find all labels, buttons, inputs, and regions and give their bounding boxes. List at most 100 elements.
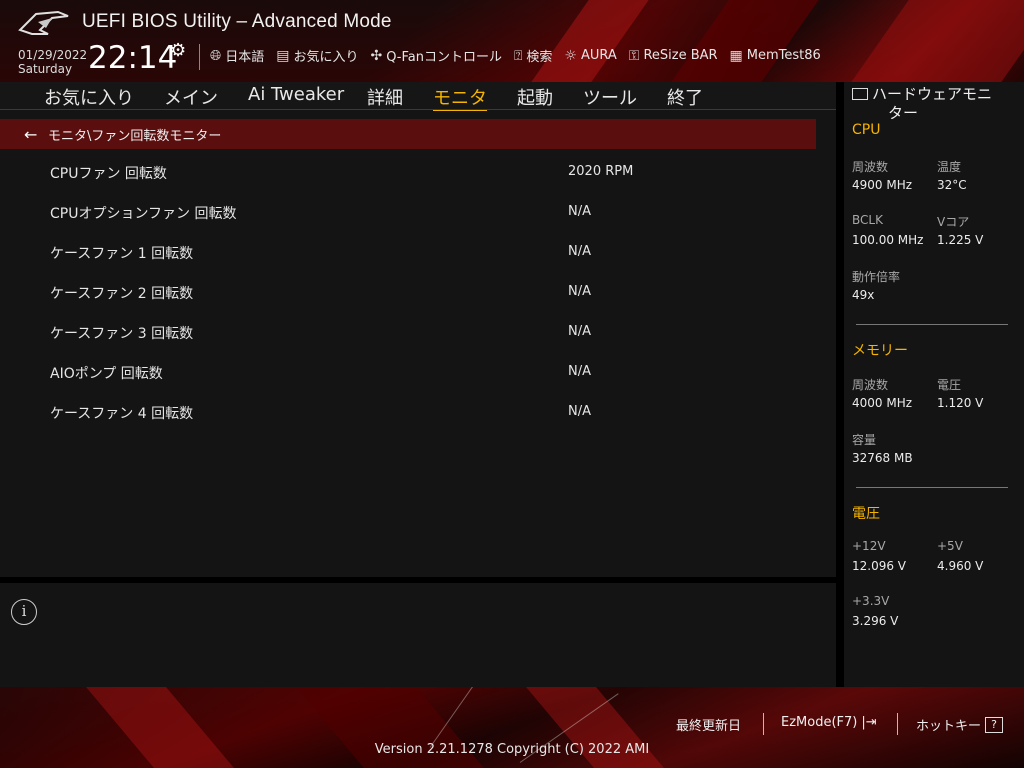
tab-advanced[interactable]: 詳細	[367, 84, 403, 110]
row-label: ケースファン 2 回転数	[50, 286, 194, 302]
mem-volt-label: 電圧	[937, 378, 962, 392]
last-modified-button[interactable]: 最終更新日	[676, 715, 741, 734]
header-decor-stripe	[671, 0, 819, 82]
footer-separator	[897, 713, 898, 735]
list-item[interactable]: CPUファン 回転数 2020 RPM	[0, 157, 816, 197]
favorites-icon: ▤	[276, 47, 290, 64]
row-label: CPUオプションファン 回転数	[50, 206, 237, 222]
ezmode-exit-icon: |⇥	[861, 715, 877, 730]
bclk-label: BCLK	[852, 213, 883, 227]
header-decor-stripe	[851, 0, 1024, 82]
row-value: N/A	[568, 204, 591, 219]
back-arrow-icon[interactable]: ←	[24, 125, 48, 144]
tab-ai-tweaker[interactable]: Ai Tweaker	[248, 84, 344, 105]
resize-bar-icon: ⚿	[628, 47, 640, 64]
row-label: ケースファン 4 回転数	[50, 406, 194, 422]
clock-display: 22:14	[88, 40, 178, 76]
hw-title-line2: ター	[888, 104, 919, 122]
memtest-button[interactable]: ▦ MemTest86	[730, 46, 821, 65]
row-value: N/A	[568, 364, 591, 379]
mem-volt-value: 1.120 V	[937, 396, 984, 410]
header-decor-stripe	[531, 0, 649, 82]
list-item[interactable]: ケースファン 3 回転数 N/A	[0, 317, 816, 357]
fan-speed-list: CPUファン 回転数 2020 RPM CPUオプションファン 回転数 N/A …	[0, 157, 816, 437]
cpu-section-title: CPU	[852, 122, 881, 138]
cpu-freq-label: 周波数	[852, 160, 889, 174]
tool-label: お気に入り	[293, 50, 359, 65]
v33-value: 3.296 V	[852, 614, 899, 628]
qfan-control-button[interactable]: ✣ Q-Fanコントロール	[370, 46, 502, 66]
mem-freq-value: 4000 MHz	[852, 396, 913, 410]
tab-main[interactable]: メイン	[164, 84, 218, 110]
help-panel: i	[0, 583, 836, 687]
breadcrumb-path: モニタ\ファン回転数モニター	[48, 128, 222, 144]
tab-boot[interactable]: 起動	[517, 84, 553, 110]
header-separator	[199, 44, 200, 70]
row-label: ケースファン 1 回転数	[50, 246, 194, 262]
favorites-button[interactable]: ▤ お気に入り	[276, 46, 359, 66]
v5-value: 4.960 V	[937, 559, 984, 573]
resize-bar-button[interactable]: ⚿ ReSize BAR	[629, 46, 718, 65]
aura-icon: ☼	[564, 47, 577, 64]
section-separator	[856, 324, 1008, 325]
cpu-freq-value: 4900 MHz	[852, 178, 913, 192]
row-label: ケースファン 3 回転数	[50, 326, 194, 342]
footer-bar: 最終更新日 EzMode(F7) |⇥ ホットキー ? Version 2.21…	[0, 687, 1024, 768]
date-text: 01/29/2022	[18, 48, 88, 62]
memory-section-title: メモリー	[852, 343, 908, 359]
memtest-icon: ▦	[729, 47, 743, 64]
aura-button[interactable]: ☼ AURA	[564, 46, 616, 65]
v12-value: 12.096 V	[852, 559, 907, 573]
list-item[interactable]: ケースファン 1 回転数 N/A	[0, 237, 816, 277]
tab-monitor[interactable]: モニタ	[433, 84, 487, 112]
list-item[interactable]: CPUオプションファン 回転数 N/A	[0, 197, 816, 237]
header-toolbar: 🌐︎ 日本語 ▤ お気に入り ✣ Q-Fanコントロール ⍰ 検索 ☼ AURA…	[210, 46, 821, 66]
last-modified-label: 最終更新日	[676, 719, 742, 734]
row-value: N/A	[568, 284, 591, 299]
ezmode-button[interactable]: EzMode(F7) |⇥	[781, 715, 877, 730]
search-button[interactable]: ⍰ 検索	[514, 46, 552, 66]
footer-separator	[763, 713, 764, 735]
row-value: N/A	[568, 404, 591, 419]
voltage-section-title: 電圧	[852, 506, 880, 522]
bclk-value: 100.00 MHz	[852, 233, 924, 247]
tab-tool[interactable]: ツール	[583, 84, 637, 110]
tool-label: MemTest86	[746, 48, 821, 63]
info-icon: i	[11, 599, 37, 625]
day-text: Saturday	[18, 62, 73, 76]
fan-icon: ✣	[370, 47, 383, 64]
row-value: N/A	[568, 244, 591, 259]
tool-label: Q-Fanコントロール	[386, 50, 502, 65]
tab-exit[interactable]: 終了	[667, 84, 703, 110]
list-item[interactable]: AIOポンプ 回転数 N/A	[0, 357, 816, 397]
tool-label: AURA	[580, 48, 617, 63]
hw-monitor-title: ハードウェアモニ ター	[852, 85, 1020, 123]
row-value: N/A	[568, 324, 591, 339]
gear-icon[interactable]: ⚙	[170, 40, 186, 61]
cpu-temp-label: 温度	[937, 160, 962, 174]
v12-label: +12V	[852, 539, 886, 553]
language-button[interactable]: 🌐︎ 日本語	[210, 46, 264, 66]
ezmode-label: EzMode(F7)	[781, 715, 858, 730]
tab-favorites[interactable]: お気に入り	[44, 84, 134, 110]
rog-logo-icon	[18, 10, 69, 35]
v5-label: +5V	[937, 539, 963, 553]
list-item[interactable]: ケースファン 2 回転数 N/A	[0, 277, 816, 317]
hotkeys-button[interactable]: ホットキー ?	[916, 715, 1004, 734]
header-bar: UEFI BIOS Utility – Advanced Mode 01/29/…	[0, 0, 1024, 82]
hardware-monitor-panel: ハードウェアモニ ター CPU 周波数 温度 4900 MHz 32°C BCL…	[844, 82, 1024, 687]
app-title: UEFI BIOS Utility – Advanced Mode	[82, 11, 392, 32]
section-separator	[856, 487, 1008, 488]
globe-icon: 🌐︎	[210, 47, 222, 64]
panel-divider-vertical	[836, 82, 844, 687]
hotkeys-label: ホットキー	[916, 719, 982, 734]
row-label: AIOポンプ 回転数	[50, 366, 163, 382]
hw-title-line1: ハードウェアモニ	[872, 85, 993, 103]
breadcrumb[interactable]: ← モニタ\ファン回転数モニター	[0, 119, 816, 149]
ratio-label: 動作倍率	[852, 270, 901, 284]
vcore-label: Vコア	[937, 215, 970, 229]
date-display: 01/29/2022 Saturday	[18, 48, 87, 76]
vcore-value: 1.225 V	[937, 233, 984, 247]
v33-label: +3.3V	[852, 594, 890, 608]
list-item[interactable]: ケースファン 4 回転数 N/A	[0, 397, 816, 437]
